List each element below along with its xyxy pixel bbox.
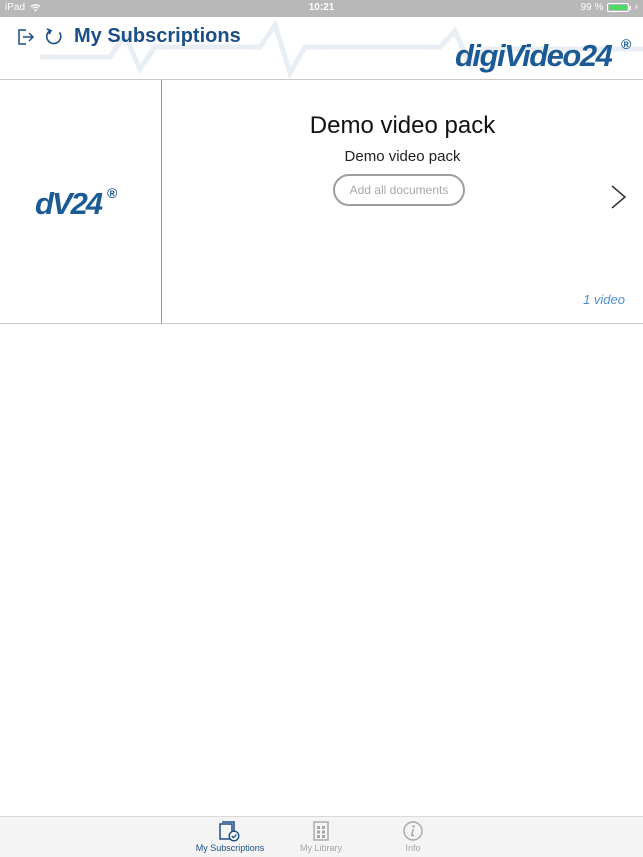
tab-label: Info [405,843,421,853]
digivideo24-logo: digiVideo24 ® [455,36,632,73]
add-all-documents-button[interactable]: Add all documents [333,174,465,206]
pack-title: Demo video pack [309,112,496,139]
video-count: 1 video [583,292,625,307]
app-header: My Subscriptions digiVideo24 ® [0,17,643,80]
pack-subtitle: Demo video pack [344,148,461,165]
page-title: My Subscriptions [74,25,241,47]
battery-icon [607,3,632,12]
library-icon [313,821,329,841]
charging-icon: ⚡ [633,3,639,12]
chevron-right-icon[interactable] [610,184,628,210]
tab-info[interactable]: Info [368,820,458,856]
status-time: 10:21 [308,2,335,13]
tab-my-library[interactable]: My Library [276,820,366,856]
battery-percent: 99 % [580,2,604,13]
tab-my-subscriptions[interactable]: My Subscriptions [185,820,275,856]
subscription-details[interactable]: Demo video pack Demo video pack Add all … [162,80,643,324]
info-icon [403,821,423,841]
tab-bar: My Subscriptions My Library Info [0,816,643,857]
dv24-logo: dV24 ® [35,185,118,221]
subscription-thumbnail: dV24 ® [0,80,162,324]
tab-label: My Library [299,843,342,853]
refresh-icon[interactable] [44,27,64,47]
subscriptions-icon [219,821,240,842]
brand-text: digiVideo24 [455,38,613,73]
subscription-row[interactable]: dV24 ® Demo video pack Demo video pack A… [0,80,643,324]
tab-label: My Subscriptions [195,843,265,853]
logout-icon[interactable] [16,27,36,47]
thumbnail-logo-mark: ® [107,185,118,201]
thumbnail-logo-text: dV24 [35,186,103,221]
brand-mark: ® [621,36,632,52]
status-bar: iPad 10:21 99 % ⚡ [0,0,643,17]
